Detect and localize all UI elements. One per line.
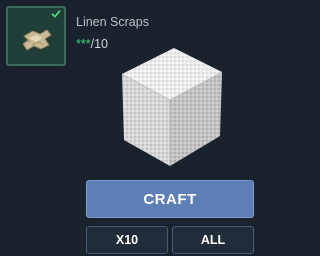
linen-scraps-icon: [22, 29, 52, 51]
crafting-panel: Linen Scraps ***/10 CRAFT X10 ALL: [0, 0, 256, 256]
craft-all-button[interactable]: ALL: [172, 226, 254, 254]
craft-x10-button[interactable]: X10: [86, 226, 168, 254]
ingredient-count-need: /10: [90, 37, 108, 51]
craft-button[interactable]: CRAFT: [86, 180, 254, 218]
ingredient-count-have: ***: [76, 37, 91, 51]
ingredient-count: ***/10: [76, 37, 108, 51]
ingredient-name: Linen Scraps: [76, 15, 149, 29]
checkmark-icon: [51, 10, 61, 18]
ingredient-slot[interactable]: [6, 6, 66, 66]
linen-block-icon: [121, 48, 223, 166]
